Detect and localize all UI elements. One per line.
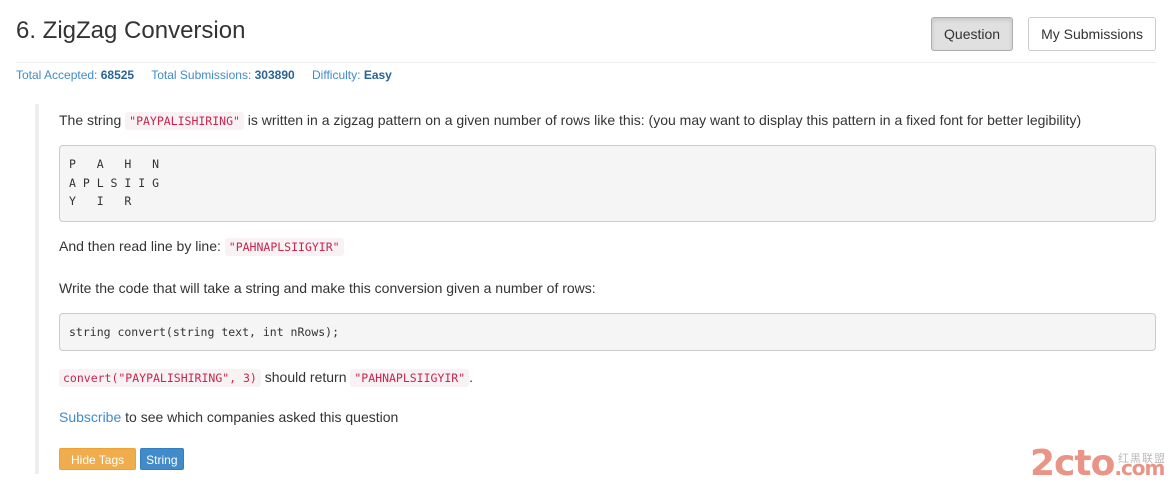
text: And then read line by line: xyxy=(59,238,225,254)
instruction-paragraph: Write the code that will take a string a… xyxy=(59,280,596,296)
text: to see which companies asked this questi… xyxy=(121,409,399,425)
total-submissions-value: 303890 xyxy=(254,68,295,82)
description-paragraph: The string "PAYPALISHIRING" is written i… xyxy=(59,110,1081,131)
problem-header: 6. ZigZag Conversion Question My Submiss… xyxy=(16,14,1156,64)
text: The string xyxy=(59,112,126,128)
page-title: 6. ZigZag Conversion xyxy=(16,17,246,44)
watermark-main: 2cto xyxy=(1030,443,1115,484)
watermark-small: 红黑联盟 xyxy=(1118,452,1166,465)
total-accepted-label: Total Accepted: xyxy=(16,68,98,82)
tag-string[interactable]: String xyxy=(140,448,184,470)
zigzag-pattern-block: P A H N A P L S I I G Y I R xyxy=(59,145,1156,222)
text: is written in a zigzag pattern on a give… xyxy=(243,112,1082,128)
header-divider xyxy=(16,62,1156,63)
question-body: The string "PAYPALISHIRING" is written i… xyxy=(35,104,1160,474)
inline-code: "PAYPALISHIRING" xyxy=(125,112,244,130)
total-accepted-value: 68525 xyxy=(100,68,135,82)
text: . xyxy=(469,369,474,385)
difficulty-value: Easy xyxy=(363,68,392,82)
difficulty: Difficulty: Easy xyxy=(312,68,392,82)
tags-bar: Hide Tags String xyxy=(59,448,184,470)
function-signature-block: string convert(string text, int nRows); xyxy=(59,313,1156,351)
my-submissions-button[interactable]: My Submissions xyxy=(1028,17,1156,51)
total-submissions-label: Total Submissions: xyxy=(151,68,252,82)
example-paragraph: convert("PAYPALISHIRING", 3) should retu… xyxy=(59,367,473,388)
subscribe-paragraph: Subscribe to see which companies asked t… xyxy=(59,407,398,427)
text: should return xyxy=(260,369,351,385)
inline-code: convert("PAYPALISHIRING", 3) xyxy=(59,369,261,387)
difficulty-label: Difficulty: xyxy=(312,68,361,82)
problem-page: 6. ZigZag Conversion Question My Submiss… xyxy=(0,0,1170,491)
hide-tags-button[interactable]: Hide Tags xyxy=(59,448,137,470)
subscribe-link[interactable]: Subscribe xyxy=(59,409,121,425)
inline-code: "PAHNAPLSIIGYIR" xyxy=(224,238,344,256)
total-submissions: Total Submissions: 303890 xyxy=(151,68,294,82)
problem-stats: Total Accepted: 68525 Total Submissions:… xyxy=(16,67,406,83)
watermark-logo: 2cto.com 红黑联盟 xyxy=(1030,444,1166,484)
inline-code: "PAHNAPLSIIGYIR" xyxy=(350,369,470,387)
view-toggle: Question My Submissions xyxy=(931,17,1156,51)
read-line-paragraph: And then read line by line: "PAHNAPLSIIG… xyxy=(59,236,344,257)
question-button[interactable]: Question xyxy=(931,17,1014,51)
total-accepted: Total Accepted: 68525 xyxy=(16,68,134,82)
